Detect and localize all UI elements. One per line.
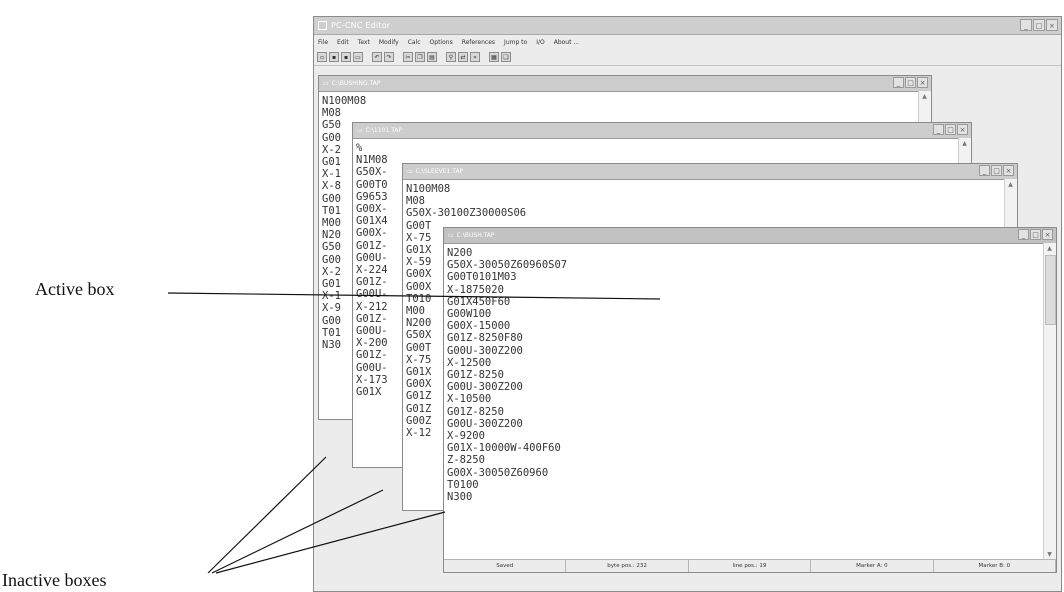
inactive-boxes-label: Inactive boxes [2,570,107,590]
inactive-pointer-line-1 [207,456,327,574]
active-pointer-line [167,292,661,300]
inactive-pointer-line-2 [211,489,384,574]
inactive-pointer-line-3 [215,511,446,574]
annotation-lines [167,292,661,574]
active-box-label: Active box [35,279,115,299]
